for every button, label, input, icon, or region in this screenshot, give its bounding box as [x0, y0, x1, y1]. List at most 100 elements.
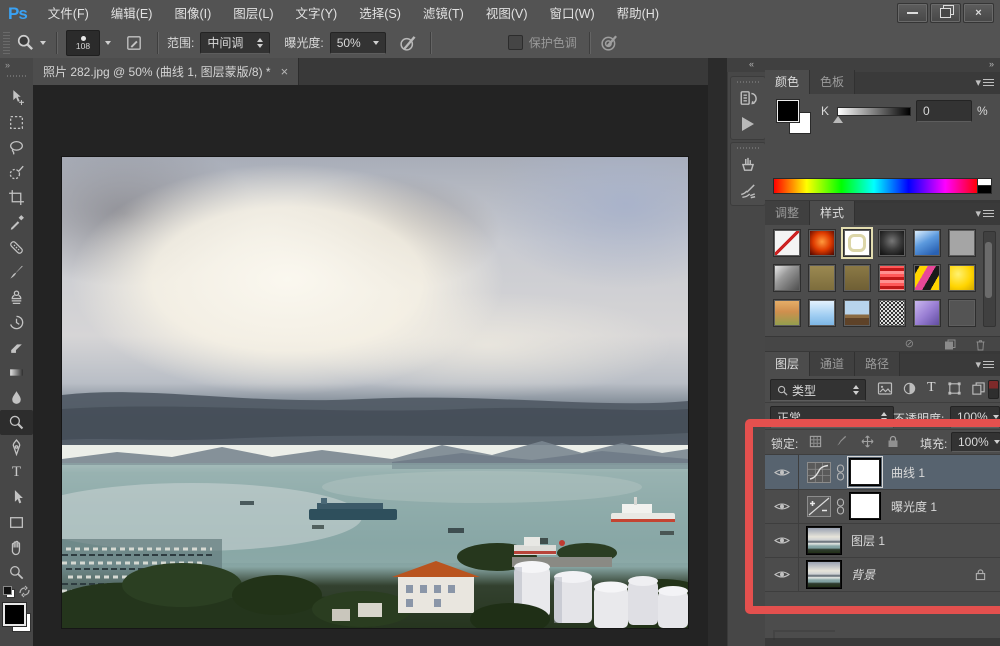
layers-footer-icons[interactable] — [773, 630, 835, 640]
rectangle-tool[interactable] — [0, 510, 33, 535]
tab-color[interactable]: 颜色 — [765, 70, 810, 94]
lasso-tool[interactable] — [0, 135, 33, 160]
tab-channels[interactable]: 通道 — [810, 352, 855, 376]
foreground-color-swatch[interactable] — [3, 603, 26, 626]
rectangular-marquee-tool[interactable] — [0, 110, 33, 135]
style-swatch[interactable] — [773, 264, 801, 292]
brush-preset-picker[interactable]: 108 — [66, 30, 111, 56]
history-panel-icon[interactable] — [731, 85, 765, 111]
protect-tones-checkbox[interactable]: 保护色调 — [508, 34, 577, 51]
gradient-tool[interactable] — [0, 360, 33, 385]
panel-menu-button[interactable]: ▾ — [975, 76, 994, 89]
restore-button[interactable] — [930, 3, 961, 23]
style-swatch[interactable] — [948, 229, 976, 257]
scrollbar-thumb[interactable] — [985, 242, 992, 298]
document-tab[interactable]: 照片 282.jpg @ 50% (曲线 1, 图层蒙版/8) * × — [33, 58, 299, 85]
layer-filter-toggle[interactable] — [988, 380, 999, 399]
k-slider[interactable] — [837, 107, 911, 116]
tool-preset-picker[interactable] — [14, 33, 48, 52]
tool-presets-panel-icon[interactable] — [731, 151, 765, 177]
style-swatch[interactable] — [948, 264, 976, 292]
range-select[interactable]: 中间调 — [200, 32, 270, 54]
menu-image[interactable]: 图像(I) — [163, 1, 222, 27]
minimize-button[interactable] — [897, 3, 928, 23]
style-swatch[interactable] — [878, 299, 906, 327]
foreground-color-swatch[interactable] — [777, 100, 799, 122]
clone-stamp-tool[interactable] — [0, 285, 33, 310]
blur-tool[interactable] — [0, 385, 33, 410]
eraser-tool[interactable] — [0, 335, 33, 360]
panel-menu-button[interactable]: ▾ — [975, 207, 994, 220]
menu-view[interactable]: 视图(V) — [475, 1, 539, 27]
spectrum-black-swatch[interactable] — [977, 185, 992, 194]
style-swatch[interactable] — [948, 299, 976, 327]
move-tool[interactable] — [0, 85, 33, 110]
style-swatch-none[interactable] — [773, 229, 801, 257]
menu-layer[interactable]: 图层(L) — [222, 1, 284, 27]
style-swatch[interactable] — [808, 299, 836, 327]
clear-style-icon[interactable]: ⊘ — [905, 337, 914, 350]
menu-file[interactable]: 文件(F) — [37, 1, 100, 27]
style-swatch[interactable] — [913, 229, 941, 257]
collapse-right-icon[interactable]: » — [989, 59, 994, 69]
foreground-background-swatches[interactable] — [0, 601, 33, 635]
filter-image-layers-icon[interactable] — [877, 381, 893, 396]
color-spectrum-ramp[interactable] — [773, 178, 979, 194]
airbrush-toggle-button[interactable] — [398, 33, 418, 53]
menu-type[interactable]: 文字(Y) — [285, 1, 349, 27]
type-tool[interactable]: T — [0, 460, 33, 485]
tab-swatches[interactable]: 色板 — [810, 70, 855, 94]
style-swatch[interactable] — [913, 299, 941, 327]
style-swatch[interactable] — [808, 264, 836, 292]
zoom-tool[interactable] — [0, 560, 33, 585]
menu-window[interactable]: 窗口(W) — [539, 1, 606, 27]
photo-document[interactable] — [62, 157, 688, 628]
spot-healing-brush-tool[interactable] — [0, 235, 33, 260]
crop-tool[interactable] — [0, 185, 33, 210]
clone-source-panel-icon[interactable] — [731, 177, 765, 203]
tab-adjustments[interactable]: 调整 — [765, 201, 810, 225]
menu-select[interactable]: 选择(S) — [348, 1, 412, 27]
filter-type-layers-icon[interactable]: T — [927, 380, 936, 396]
style-swatch[interactable] — [843, 264, 871, 292]
tab-styles[interactable]: 样式 — [810, 201, 855, 225]
toolbar-collapse-header[interactable]: » — [0, 58, 33, 85]
options-drag-handle[interactable] — [3, 32, 10, 54]
style-swatch[interactable] — [878, 229, 906, 257]
new-style-icon[interactable] — [944, 339, 956, 350]
menu-edit[interactable]: 编辑(E) — [100, 1, 164, 27]
menu-help[interactable]: 帮助(H) — [606, 1, 670, 27]
brush-tool[interactable] — [0, 260, 33, 285]
style-swatch-selected[interactable] — [843, 229, 871, 257]
pen-tool[interactable] — [0, 435, 33, 460]
style-swatch[interactable] — [878, 264, 906, 292]
menu-filter[interactable]: 滤镜(T) — [412, 1, 475, 27]
style-swatch[interactable] — [913, 264, 941, 292]
k-value-input[interactable]: 0 — [916, 100, 972, 122]
actions-panel-icon[interactable] — [731, 111, 765, 137]
canvas-area[interactable] — [33, 85, 708, 646]
delete-style-icon[interactable] — [975, 339, 986, 351]
tab-paths[interactable]: 路径 — [855, 352, 900, 376]
k-slider-handle[interactable] — [833, 116, 843, 123]
toggle-brush-panel-button[interactable] — [125, 34, 143, 52]
quick-selection-tool[interactable] — [0, 160, 33, 185]
filter-smart-objects-icon[interactable] — [971, 381, 986, 396]
eyedropper-tool[interactable] — [0, 210, 33, 235]
layer-filter-select[interactable]: 类型 — [770, 379, 866, 401]
path-selection-tool[interactable] — [0, 485, 33, 510]
filter-shape-layers-icon[interactable] — [947, 381, 962, 396]
style-swatch[interactable] — [808, 229, 836, 257]
close-button[interactable]: × — [963, 3, 994, 23]
styles-scrollbar[interactable] — [983, 231, 996, 327]
tab-layers[interactable]: 图层 — [765, 352, 810, 376]
style-swatch[interactable] — [843, 299, 871, 327]
panel-menu-button[interactable]: ▾ — [975, 358, 994, 371]
history-brush-tool[interactable] — [0, 310, 33, 335]
filter-adjustment-layers-icon[interactable] — [902, 381, 917, 396]
hand-tool[interactable] — [0, 535, 33, 560]
style-swatch[interactable] — [773, 299, 801, 327]
default-swap-colors[interactable] — [0, 585, 33, 601]
airbrush-pressure-button[interactable] — [599, 33, 619, 53]
collapse-left-icon[interactable]: « — [749, 59, 754, 69]
